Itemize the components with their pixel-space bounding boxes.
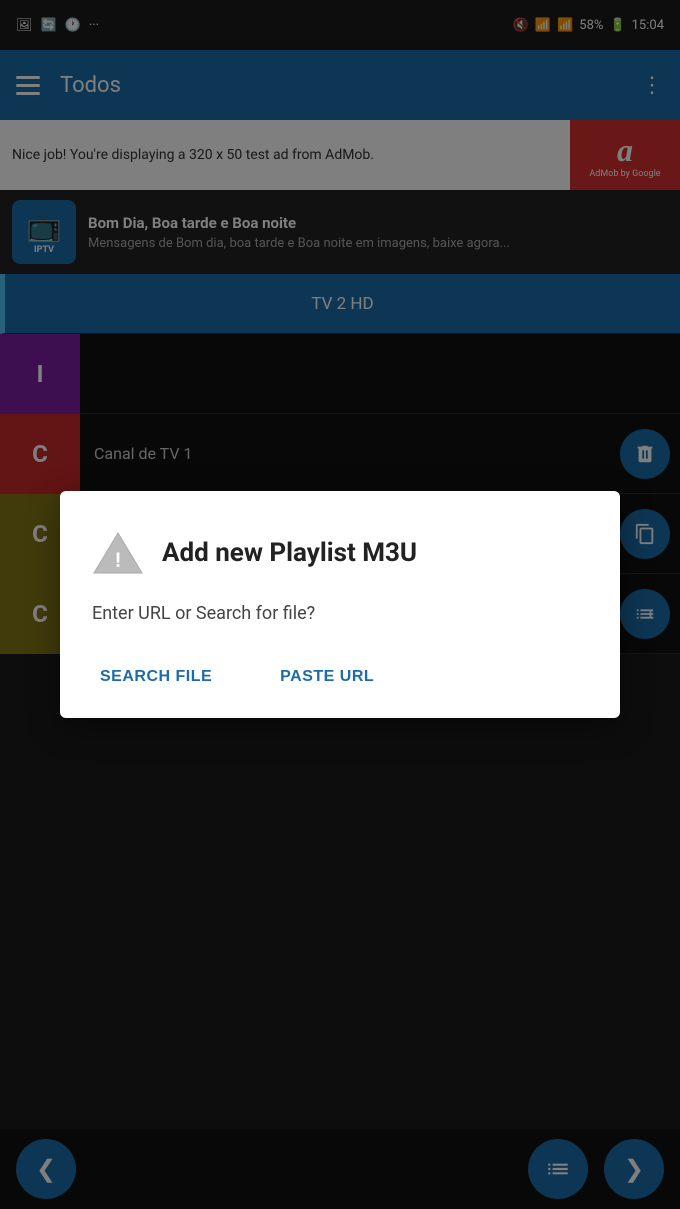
dialog: ! Add new Playlist M3U Enter URL or Sear… — [60, 491, 620, 718]
dialog-overlay: ! Add new Playlist M3U Enter URL or Sear… — [0, 0, 680, 1209]
svg-text:!: ! — [115, 548, 120, 572]
search-file-button[interactable]: SEARCH FILE — [96, 660, 216, 694]
dialog-header: ! Add new Playlist M3U — [92, 527, 588, 579]
dialog-buttons: SEARCH FILE PASTE URL — [92, 660, 588, 694]
warning-icon: ! — [92, 527, 144, 579]
dialog-title: Add new Playlist M3U — [162, 538, 417, 568]
paste-url-button[interactable]: PASTE URL — [276, 660, 378, 694]
dialog-message: Enter URL or Search for file? — [92, 603, 588, 624]
